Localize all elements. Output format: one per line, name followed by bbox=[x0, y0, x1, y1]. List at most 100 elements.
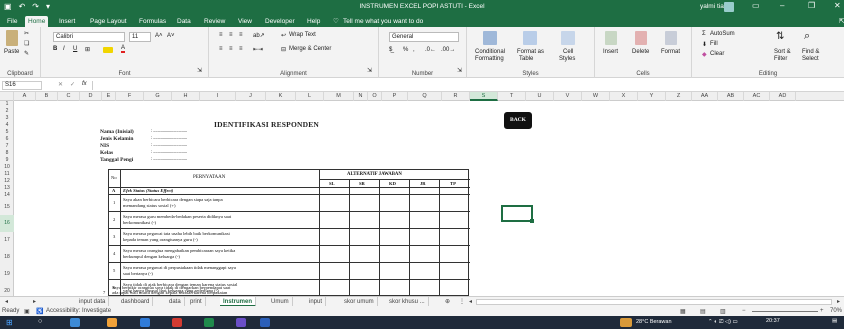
task-view-icon[interactable] bbox=[70, 318, 80, 327]
tray-icons[interactable]: ⌃ ◐ ⎚ ◁) ▭ bbox=[708, 319, 738, 326]
wrap-text-button[interactable]: Wrap Text bbox=[289, 32, 316, 38]
format-cells-icon[interactable] bbox=[665, 31, 677, 45]
row-header-16[interactable]: 16 bbox=[0, 215, 14, 232]
avatar[interactable] bbox=[724, 2, 734, 12]
number-format-select[interactable]: General bbox=[389, 32, 459, 42]
row-header-17[interactable]: 17 bbox=[0, 232, 14, 249]
tell-me-search[interactable]: Tell me what you want to do bbox=[340, 16, 426, 27]
accessibility-icon[interactable]: ♿ bbox=[36, 308, 43, 315]
column-header-c[interactable]: C bbox=[58, 92, 80, 101]
weather-text[interactable]: 28°C Berawan bbox=[636, 319, 672, 325]
ribbon-display-icon[interactable]: ▭ bbox=[752, 1, 760, 10]
percent-icon[interactable]: % bbox=[403, 47, 408, 53]
page-layout-view-icon[interactable]: ▤ bbox=[700, 308, 706, 315]
column-header-s[interactable]: S bbox=[470, 92, 498, 101]
column-header-l[interactable]: L bbox=[296, 92, 324, 101]
function-icon[interactable]: fx bbox=[82, 81, 87, 87]
cell-styles-button[interactable]: Cell bbox=[563, 49, 573, 55]
column-header-m[interactable]: M bbox=[324, 92, 354, 101]
zoom-level[interactable]: 70% bbox=[830, 308, 842, 314]
delete-cells-icon[interactable] bbox=[635, 31, 647, 45]
bold-button[interactable]: B bbox=[53, 46, 57, 52]
paste-button[interactable]: Paste bbox=[4, 49, 19, 55]
delete-button[interactable]: Delete bbox=[632, 49, 649, 55]
row-header-14[interactable]: 14 bbox=[0, 192, 14, 199]
underline-button[interactable]: U bbox=[73, 46, 77, 52]
column-header-ac[interactable]: AC bbox=[744, 92, 770, 101]
increase-decimal-icon[interactable]: .0← bbox=[425, 47, 436, 53]
row-header-5[interactable]: 5 bbox=[0, 129, 14, 136]
column-header-h[interactable]: H bbox=[172, 92, 200, 101]
border-icon[interactable]: ⊞ bbox=[85, 46, 90, 53]
format-as-table-button[interactable]: Format as bbox=[517, 49, 544, 55]
column-header-k[interactable]: K bbox=[266, 92, 296, 101]
sort-filter-icon[interactable]: ⇅ bbox=[776, 31, 784, 42]
align-top-icon[interactable]: ≡ bbox=[219, 32, 223, 38]
sort-filter-button[interactable]: Sort & bbox=[774, 49, 791, 55]
column-header-f[interactable]: F bbox=[116, 92, 144, 101]
align-center-icon[interactable]: ≡ bbox=[229, 46, 233, 52]
clear-button[interactable]: Clear bbox=[710, 51, 724, 57]
column-header-v[interactable]: V bbox=[554, 92, 582, 101]
row-header-1[interactable]: 1 bbox=[0, 101, 14, 108]
format-painter-icon[interactable]: ✎ bbox=[24, 50, 29, 57]
row-header-9[interactable]: 9 bbox=[0, 157, 14, 164]
cut-icon[interactable]: ✂ bbox=[24, 30, 29, 37]
selected-cell[interactable] bbox=[501, 205, 534, 223]
normal-view-icon[interactable]: ▦ bbox=[680, 308, 686, 315]
column-header-q[interactable]: Q bbox=[408, 92, 442, 101]
format-as-table-icon[interactable] bbox=[523, 31, 537, 45]
tab-help[interactable]: Help bbox=[304, 16, 323, 27]
excel-taskbar-icon[interactable] bbox=[204, 318, 214, 327]
find-select-icon[interactable]: ⌕ bbox=[804, 30, 810, 43]
column-header-y[interactable]: Y bbox=[638, 92, 666, 101]
format-button[interactable]: Format bbox=[661, 49, 680, 55]
word-icon[interactable] bbox=[260, 318, 270, 327]
tab-formulas[interactable]: Formulas bbox=[136, 16, 169, 27]
row-header-3[interactable]: 3 bbox=[0, 115, 14, 122]
row-header-10[interactable]: 10 bbox=[0, 164, 14, 171]
share-icon[interactable]: ⇱ bbox=[836, 16, 844, 27]
zoom-out-icon[interactable]: − bbox=[742, 308, 746, 314]
windows-start-icon[interactable]: ⊞ bbox=[6, 318, 13, 327]
column-header-g[interactable]: G bbox=[144, 92, 172, 101]
file-explorer-icon[interactable] bbox=[107, 318, 117, 327]
row-header-4[interactable]: 4 bbox=[0, 122, 14, 129]
zoom-in-icon[interactable]: + bbox=[820, 308, 824, 314]
column-header-b[interactable]: B bbox=[36, 92, 58, 101]
cell-styles-icon[interactable] bbox=[561, 31, 575, 45]
tab-developer[interactable]: Developer bbox=[262, 16, 298, 27]
page-break-view-icon[interactable]: ▥ bbox=[720, 308, 726, 315]
row-header-18[interactable]: 18 bbox=[0, 249, 14, 266]
autosum-icon[interactable]: Σ bbox=[702, 31, 706, 37]
paste-icon[interactable] bbox=[6, 30, 18, 46]
increase-font-icon[interactable]: A˄ bbox=[155, 33, 163, 39]
clock[interactable]: 20:37 bbox=[766, 318, 780, 324]
minimize-icon[interactable]: – bbox=[780, 1, 784, 10]
column-header-i[interactable]: I bbox=[200, 92, 236, 101]
insert-button[interactable]: Insert bbox=[603, 49, 618, 55]
font-name-select[interactable]: Calibri bbox=[53, 32, 125, 42]
column-header-ad[interactable]: AD bbox=[770, 92, 796, 101]
column-header-a[interactable]: A bbox=[14, 92, 36, 101]
indent-icon[interactable]: ⇤⇥ bbox=[253, 46, 263, 53]
find-select-button[interactable]: Find & bbox=[802, 49, 819, 55]
worksheet-grid[interactable]: IDENTIFIKASI RESPONDEN Nama (Inisial) : … bbox=[14, 101, 844, 296]
align-left-icon[interactable]: ≡ bbox=[219, 46, 223, 52]
weather-icon[interactable] bbox=[620, 318, 632, 327]
font-size-select[interactable]: 11 bbox=[129, 32, 151, 42]
tab-insert[interactable]: Insert bbox=[56, 16, 78, 27]
row-header-8[interactable]: 8 bbox=[0, 150, 14, 157]
column-header-d[interactable]: D bbox=[80, 92, 102, 101]
column-header-o[interactable]: O bbox=[368, 92, 382, 101]
row-header-2[interactable]: 2 bbox=[0, 108, 14, 115]
conditional-formatting-button[interactable]: Conditional bbox=[475, 49, 505, 55]
fill-icon[interactable]: ⬇ bbox=[702, 41, 707, 48]
column-header-aa[interactable]: AA bbox=[692, 92, 718, 101]
search-icon[interactable]: ○ bbox=[38, 318, 42, 325]
tab-home[interactable]: Home bbox=[25, 16, 49, 27]
accounting-format-icon[interactable]: $̲ bbox=[389, 47, 392, 53]
notifications-icon[interactable]: ▤ bbox=[832, 318, 837, 324]
powerpoint-icon[interactable] bbox=[172, 318, 182, 327]
column-header-n[interactable]: N bbox=[354, 92, 368, 101]
